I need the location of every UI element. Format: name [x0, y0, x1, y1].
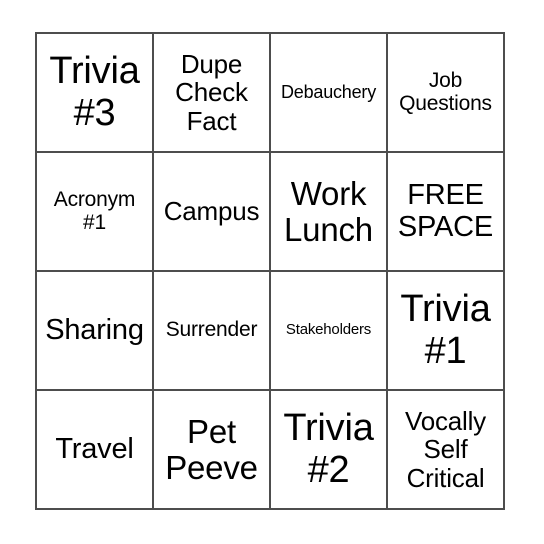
bingo-cell-r3c1[interactable]: Sharing	[37, 272, 154, 391]
bingo-cell-r1c3[interactable]: Debauchery	[271, 34, 388, 153]
bingo-cell-r2c4[interactable]: FREE SPACE	[388, 153, 505, 272]
bingo-cell-label: Surrender	[165, 318, 258, 342]
bingo-cell-r3c4[interactable]: Trivia #1	[388, 272, 505, 391]
bingo-cell-r3c3[interactable]: Stakeholders	[271, 272, 388, 391]
bingo-cell-label: Dupe Check Fact	[175, 49, 248, 136]
bingo-cell-r4c3[interactable]: Trivia #2	[271, 391, 388, 510]
bingo-cell-r4c2[interactable]: Pet Peeve	[154, 391, 271, 510]
bingo-cell-r1c2[interactable]: Dupe Check Fact	[154, 34, 271, 153]
bingo-cell-r3c2[interactable]: Surrender	[154, 272, 271, 391]
bingo-cell-r1c4[interactable]: Job Questions	[388, 34, 505, 153]
bingo-cell-r4c1[interactable]: Travel	[37, 391, 154, 510]
bingo-cell-label: Trivia #2	[283, 407, 374, 491]
bingo-cell-label: Trivia #1	[400, 288, 491, 372]
bingo-cell-r4c4[interactable]: Vocally Self Critical	[388, 391, 505, 510]
bingo-cell-label: Campus	[163, 196, 260, 227]
bingo-cell-label: Travel	[55, 432, 134, 465]
bingo-cell-r2c1[interactable]: Acronym #1	[37, 153, 154, 272]
bingo-cell-label: Job Questions	[399, 68, 492, 115]
bingo-cell-label: Work Lunch	[284, 174, 373, 248]
bingo-cell-label: Debauchery	[280, 81, 377, 102]
bingo-cell-label: Vocally Self Critical	[405, 406, 486, 493]
bingo-cell-label: Acronym #1	[53, 187, 136, 234]
bingo-cell-label: Sharing	[45, 313, 144, 346]
bingo-cell-r1c1[interactable]: Trivia #3	[37, 34, 154, 153]
bingo-cell-label: Stakeholders	[285, 321, 372, 339]
bingo-cell-label: Trivia #3	[49, 50, 140, 134]
bingo-card-grid: Trivia #3 Dupe Check Fact Debauchery Job Qu…	[35, 32, 505, 510]
bingo-cell-r2c2[interactable]: Campus	[154, 153, 271, 272]
bingo-cell-label: Pet Peeve	[165, 412, 258, 486]
bingo-cell-r2c3[interactable]: Work Lunch	[271, 153, 388, 272]
bingo-cell-label: FREE SPACE	[397, 179, 494, 243]
